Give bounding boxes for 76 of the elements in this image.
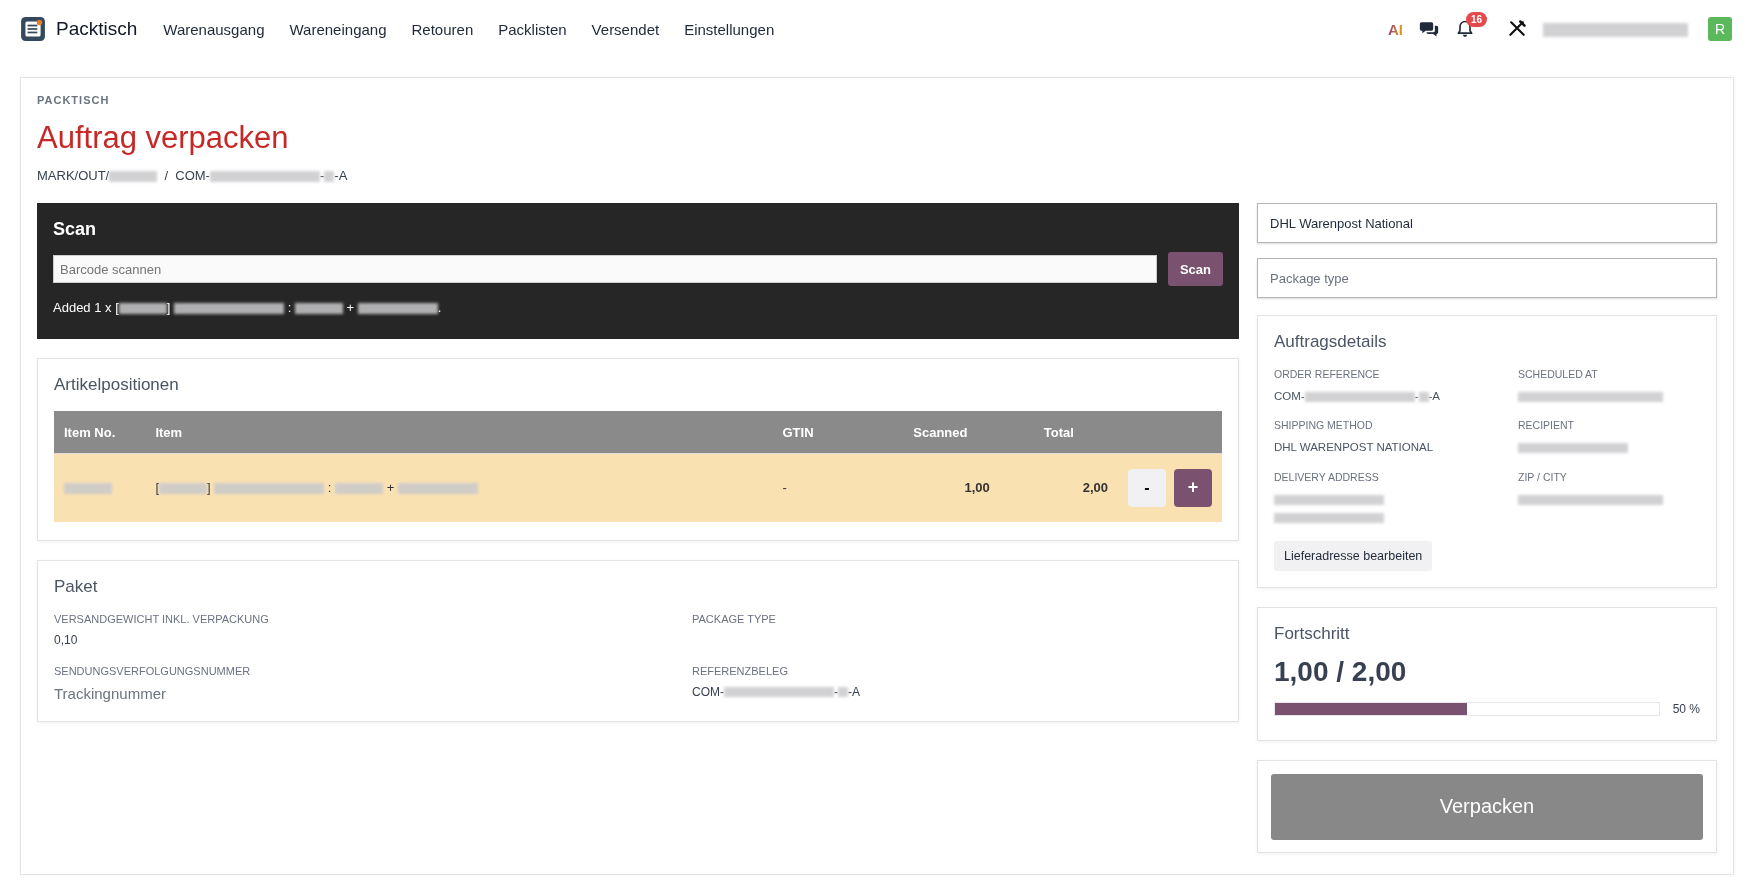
redacted-text	[324, 171, 335, 183]
chat-icon[interactable]	[1419, 19, 1439, 39]
field-value: -A	[848, 684, 860, 699]
column-header: Item	[155, 424, 183, 440]
reference-text: / COM-	[163, 168, 210, 183]
field-label: ZIP / CITY	[1518, 470, 1568, 483]
redacted-text	[1418, 392, 1429, 402]
scan-button[interactable]: Scan	[1167, 252, 1223, 286]
field-value: -	[1414, 390, 1419, 402]
redacted-text	[335, 483, 384, 495]
column-header: Item No.	[64, 424, 116, 440]
edit-address-button[interactable]: Lieferadresse bearbeiten	[1274, 540, 1433, 571]
field-label: ORDER REFERENCE	[1274, 368, 1381, 380]
column-header: GTIN	[782, 424, 814, 440]
field-label: SCHEDULED AT	[1518, 368, 1599, 380]
redacted-text	[159, 483, 207, 495]
field-value: -	[834, 684, 838, 699]
redacted-text	[109, 171, 158, 183]
nav-menu-item[interactable]: Wareneingang	[289, 20, 387, 38]
field-label: SENDUNGSVERFOLGUNGSNUMMER	[54, 664, 252, 677]
scan-message: +	[345, 300, 356, 315]
item-text: [	[155, 480, 159, 496]
item-text: +	[385, 480, 396, 496]
field-value: DHL WARENPOST NATIONAL	[1274, 441, 1434, 454]
nav-menu-item[interactable]: Einstellungen	[684, 20, 775, 38]
field-label: DELIVERY ADDRESS	[1274, 470, 1380, 483]
nav-menu-item[interactable]: Packlisten	[498, 20, 567, 38]
redacted-text	[294, 303, 343, 315]
tools-icon[interactable]	[1507, 19, 1527, 39]
page-title: Auftrag verpacken	[37, 120, 290, 156]
scan-message: ]	[166, 300, 172, 315]
package-type-input[interactable]: Package type	[1257, 258, 1717, 298]
reference-text: -	[319, 168, 325, 183]
redacted-text	[838, 687, 848, 698]
redacted-text	[118, 303, 167, 315]
panel-title: Artikelpositionen	[54, 375, 180, 395]
scan-message: :	[286, 300, 293, 315]
reference-text: MARK/OUT/	[37, 168, 110, 183]
tracking-input[interactable]: Trackingnummer	[54, 684, 354, 702]
field-value: 0,10	[54, 632, 78, 647]
decrement-button[interactable]: -	[1128, 469, 1166, 507]
shipping-method-select[interactable]: DHL Warenpost National	[1257, 203, 1717, 243]
item-text: ]	[207, 480, 212, 496]
progress-percent: 50 %	[1672, 701, 1700, 716]
redacted-text	[64, 483, 112, 495]
field-label: REFERENZBELEG	[692, 664, 789, 677]
field-value: COM-	[692, 684, 724, 699]
field-label: SHIPPING METHOD	[1274, 419, 1374, 432]
nav-menu-item[interactable]: Versendet	[591, 20, 660, 38]
scan-message: .	[437, 300, 442, 315]
field-label: RECIPIENT	[1518, 419, 1575, 432]
column-header: Total	[1043, 424, 1074, 440]
column-header: Scanned	[913, 424, 968, 440]
notification-count: 16	[1466, 12, 1488, 27]
barcode-input[interactable]: Barcode scannen	[53, 255, 1157, 283]
progress-reading: 1,00 / 2,00	[1274, 655, 1408, 688]
app-name[interactable]: Packtisch	[56, 18, 138, 40]
scan-title: Scan	[53, 219, 98, 240]
increment-button[interactable]: +	[1174, 468, 1212, 507]
item-text: :	[326, 480, 333, 496]
field-value: COM-	[1274, 390, 1305, 402]
gtin-cell: -	[782, 480, 787, 496]
field-value: -A	[1428, 390, 1440, 402]
nav-menu-item[interactable]: Warenausgang	[163, 20, 265, 38]
nav-menu-item[interactable]: Retouren	[411, 20, 474, 38]
reference-text: -A	[334, 168, 348, 183]
breadcrumb-label: PACKTISCH	[37, 94, 111, 106]
panel-title: Fortschritt	[1274, 623, 1351, 644]
panel-title: Paket	[54, 576, 99, 597]
total-cell: 2,00	[1082, 480, 1108, 496]
scanned-cell: 1,00	[964, 480, 990, 496]
panel-title: Auftragsdetails	[1274, 332, 1388, 352]
app-logo-icon[interactable]	[20, 16, 46, 42]
field-label: PACKAGE TYPE	[692, 612, 777, 625]
scan-message: Added 1 x [	[53, 300, 119, 315]
field-label: VERSANDGEWICHT INKL. VERPACKUNG	[54, 612, 270, 625]
